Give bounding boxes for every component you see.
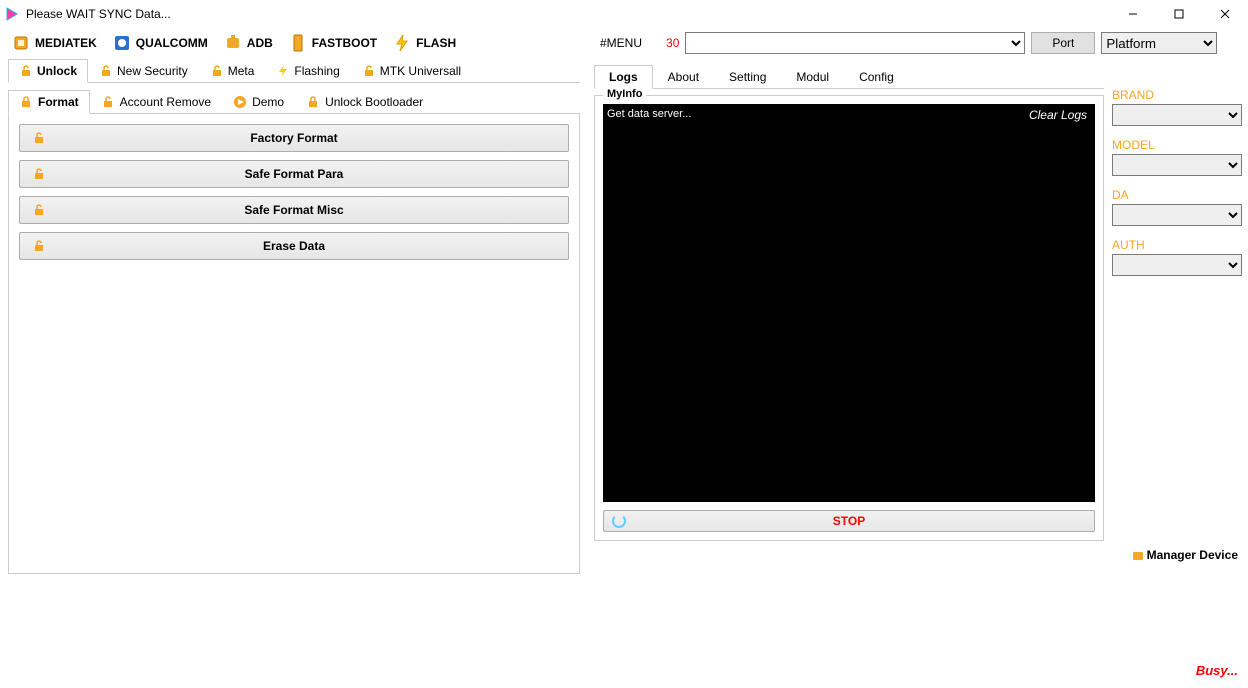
- unlock-icon: [19, 64, 33, 78]
- factory-format-button[interactable]: Factory Format: [19, 124, 569, 152]
- da-select[interactable]: [1112, 204, 1242, 226]
- qualcomm-icon: [113, 34, 131, 52]
- model-label: MODEL: [1112, 138, 1242, 152]
- clear-logs-link[interactable]: Clear Logs: [1029, 108, 1087, 122]
- lock-icon: [19, 95, 33, 109]
- brand-label: BRAND: [1112, 88, 1242, 102]
- log-legend: MyInfo: [603, 88, 646, 100]
- unlock-icon: [210, 64, 224, 78]
- subtab-demo[interactable]: Demo: [222, 90, 295, 114]
- subtab-unlock-bootloader[interactable]: Unlock Bootloader: [295, 90, 434, 114]
- close-button[interactable]: [1202, 0, 1248, 28]
- play-icon: [233, 95, 247, 109]
- adb-tab[interactable]: ADB: [220, 32, 277, 54]
- chip-icon: [12, 34, 30, 52]
- phone-icon: [289, 34, 307, 52]
- da-label: DA: [1112, 188, 1242, 202]
- spinner-icon: [612, 514, 626, 528]
- log-line: Get data server...: [607, 108, 1091, 120]
- minimize-button[interactable]: [1110, 0, 1156, 28]
- menu-select[interactable]: [685, 32, 1025, 54]
- logtab-about[interactable]: About: [653, 65, 714, 89]
- auth-label: AUTH: [1112, 238, 1242, 252]
- unlock-icon: [362, 64, 376, 78]
- maximize-button[interactable]: [1156, 0, 1202, 28]
- device-icon: [1131, 549, 1145, 563]
- safe-format-para-button[interactable]: Safe Format Para: [19, 160, 569, 188]
- tab-unlock[interactable]: Unlock: [8, 59, 88, 83]
- unlock-icon: [32, 167, 46, 181]
- menu-label: #MENU: [600, 36, 642, 50]
- tab-flashing[interactable]: Flashing: [265, 59, 350, 83]
- tab-meta[interactable]: Meta: [199, 59, 266, 83]
- unlock-icon: [32, 131, 46, 145]
- stop-button[interactable]: STOP: [603, 510, 1095, 532]
- unlock-icon: [101, 95, 115, 109]
- tab-new-security[interactable]: New Security: [88, 59, 199, 83]
- logtab-logs[interactable]: Logs: [594, 65, 653, 89]
- subtab-account-remove[interactable]: Account Remove: [90, 90, 222, 114]
- window-title: Please WAIT SYNC Data...: [26, 7, 171, 21]
- lightning-icon: [276, 64, 290, 78]
- port-button[interactable]: Port: [1031, 32, 1095, 54]
- logtab-setting[interactable]: Setting: [714, 65, 781, 89]
- model-select[interactable]: [1112, 154, 1242, 176]
- lock-icon: [306, 95, 320, 109]
- auth-select[interactable]: [1112, 254, 1242, 276]
- flash-tab[interactable]: FLASH: [389, 32, 460, 54]
- unlock-icon: [32, 203, 46, 217]
- manager-device-link[interactable]: Manager Device: [1131, 548, 1238, 563]
- brand-select[interactable]: [1112, 104, 1242, 126]
- tab-mtk-universal[interactable]: MTK Universall: [351, 59, 472, 83]
- app-icon: [4, 6, 20, 22]
- logtab-config[interactable]: Config: [844, 65, 909, 89]
- unlock-icon: [99, 64, 113, 78]
- subtab-format[interactable]: Format: [8, 90, 90, 114]
- logtab-modul[interactable]: Modul: [781, 65, 844, 89]
- mediatek-tab[interactable]: MEDIATEK: [8, 32, 101, 54]
- erase-data-button[interactable]: Erase Data: [19, 232, 569, 260]
- menu-number: 30: [666, 36, 679, 50]
- lightning-icon: [393, 34, 411, 52]
- log-console: Get data server... Clear Logs: [603, 104, 1095, 502]
- safe-format-misc-button[interactable]: Safe Format Misc: [19, 196, 569, 224]
- unlock-icon: [32, 239, 46, 253]
- adb-icon: [224, 34, 242, 52]
- fastboot-tab[interactable]: FASTBOOT: [285, 32, 381, 54]
- busy-status: Busy...: [1196, 663, 1238, 678]
- platform-select[interactable]: Platform: [1101, 32, 1217, 54]
- qualcomm-tab[interactable]: QUALCOMM: [109, 32, 212, 54]
